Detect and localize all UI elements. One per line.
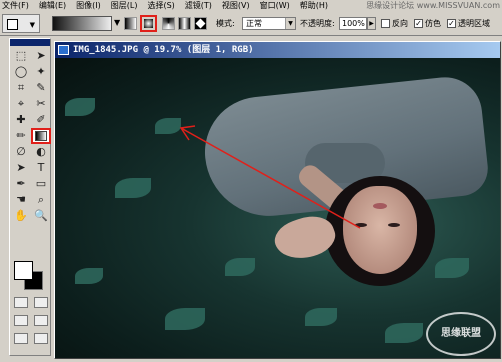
mode-label: 模式:: [216, 19, 235, 28]
gradient-editor-swatch[interactable]: [52, 16, 112, 31]
photoshop-document-icon: [58, 45, 69, 55]
quick-mask-buttons: [14, 297, 48, 309]
menu-layer[interactable]: 图层(L): [111, 0, 138, 11]
gradient-tool-button[interactable]: [31, 128, 51, 144]
document-window: IMG_1845.JPG @ 19.7% (图层 1, RGB) 思缘联盟: [54, 41, 501, 359]
notes-tool-icon[interactable]: ☚: [11, 192, 31, 208]
shape-tool-icon[interactable]: ▭: [31, 176, 51, 192]
reverse-checkbox[interactable]: [381, 19, 390, 28]
menu-view[interactable]: 视图(V): [222, 0, 250, 11]
transparency-checkbox[interactable]: ✓: [447, 19, 456, 28]
arrow-head: [179, 125, 196, 141]
zoom-tool-icon[interactable]: 🔍: [31, 208, 51, 224]
brush-tool-icon[interactable]: ✂: [31, 96, 51, 112]
document-title: IMG_1845.JPG @ 19.7% (图层 1, RGB): [73, 45, 254, 55]
opacity-slider-arrow-icon[interactable]: ▶: [367, 17, 376, 30]
document-titlebar[interactable]: IMG_1845.JPG @ 19.7% (图层 1, RGB): [55, 42, 500, 58]
mode-value: 正常: [246, 19, 262, 28]
crop-tool-icon[interactable]: ⌗: [11, 80, 31, 96]
dodge-tool-icon[interactable]: ◐: [31, 144, 51, 160]
linear-gradient-button[interactable]: [124, 17, 137, 30]
site-logo-watermark: 思缘联盟: [426, 312, 496, 356]
eyedropper-tool-icon[interactable]: ⌕: [31, 192, 51, 208]
radial-gradient-icon: [144, 19, 153, 28]
lasso-tool-icon[interactable]: ◯: [11, 64, 31, 80]
image-canvas[interactable]: 思缘联盟: [55, 58, 500, 358]
magic-wand-tool-icon[interactable]: ✦: [31, 64, 51, 80]
jump-to-other-button[interactable]: [34, 333, 48, 344]
move-tool-icon[interactable]: ➤: [31, 48, 51, 64]
eraser-tool-icon[interactable]: ✏: [11, 128, 31, 144]
slice-tool-icon[interactable]: ✎: [31, 80, 51, 96]
site-watermark: 思缘设计论坛 www.MISSVUAN.com: [366, 1, 500, 10]
gradient-icon: [35, 131, 47, 141]
gradient-picker-arrow-icon[interactable]: ▼: [114, 19, 120, 27]
screen-mode-buttons: [14, 315, 48, 327]
opacity-label: 不透明度:: [300, 19, 335, 28]
chevron-down-icon: ▼: [285, 18, 295, 29]
chevron-down-icon: ▼: [29, 21, 35, 29]
marquee-tool-icon[interactable]: ⬚: [11, 48, 31, 64]
toolbox-titlebar[interactable]: [10, 39, 50, 46]
arrow-line: [180, 127, 361, 229]
type-tool-icon[interactable]: T: [31, 160, 51, 176]
angle-gradient-button[interactable]: [162, 17, 175, 30]
path-selection-tool-icon[interactable]: ➤: [11, 160, 31, 176]
hand-tool-icon[interactable]: ✋: [11, 208, 31, 224]
reverse-label: 反向: [392, 19, 408, 28]
diamond-gradient-button[interactable]: [194, 17, 207, 30]
menu-filter[interactable]: 滤镜(T): [185, 0, 212, 11]
screen-mode-full-button[interactable]: [34, 315, 48, 326]
dither-checkbox[interactable]: ✓: [414, 19, 423, 28]
pen-tool-icon[interactable]: ✒: [11, 176, 31, 192]
diamond-gradient-icon: [195, 18, 206, 29]
healing-brush-tool-icon[interactable]: ⌖: [11, 96, 31, 112]
opacity-input[interactable]: 100%: [339, 17, 367, 30]
menu-image[interactable]: 图像(I): [76, 0, 101, 11]
jump-to-buttons: [14, 333, 48, 345]
menu-help[interactable]: 帮助(H): [300, 0, 328, 11]
toolbox: ⬚ ➤ ◯ ✦ ⌗ ✎ ⌖ ✂ ✚ ✐ ✏ ∅ ◐ ➤ T ✒ ▭ ☚ ⌕ ✋ …: [9, 38, 51, 356]
tool-preset-picker[interactable]: ▼: [2, 14, 40, 33]
quick-mask-button[interactable]: [34, 297, 48, 308]
transparency-label: 透明区域: [458, 19, 490, 28]
radial-gradient-button[interactable]: [140, 15, 157, 32]
history-brush-tool-icon[interactable]: ✐: [31, 112, 51, 128]
screen-mode-standard-button[interactable]: [14, 315, 28, 326]
foreground-color-swatch[interactable]: [14, 261, 33, 280]
dither-label: 仿色: [425, 19, 441, 28]
menu-select[interactable]: 选择(S): [147, 0, 174, 11]
gradient-tool-icon: [7, 19, 18, 30]
menu-window[interactable]: 窗口(W): [260, 0, 290, 11]
jump-to-imageready-button[interactable]: [14, 333, 28, 344]
options-bar: ▼ ▼ 模式: 正常 ▼ 不透明度: 100% ▶ 反向 ✓ 仿色 ✓ 透明区域: [0, 11, 502, 36]
blur-tool-icon[interactable]: ∅: [11, 144, 31, 160]
gradient-drag-arrow: [179, 125, 361, 229]
menu-file[interactable]: 文件(F): [2, 0, 29, 11]
standard-mode-button[interactable]: [14, 297, 28, 308]
clone-stamp-tool-icon[interactable]: ✚: [11, 112, 31, 128]
mode-select[interactable]: 正常 ▼: [242, 17, 296, 30]
reflected-gradient-button[interactable]: [178, 17, 191, 30]
menu-edit[interactable]: 编辑(E): [39, 0, 66, 11]
